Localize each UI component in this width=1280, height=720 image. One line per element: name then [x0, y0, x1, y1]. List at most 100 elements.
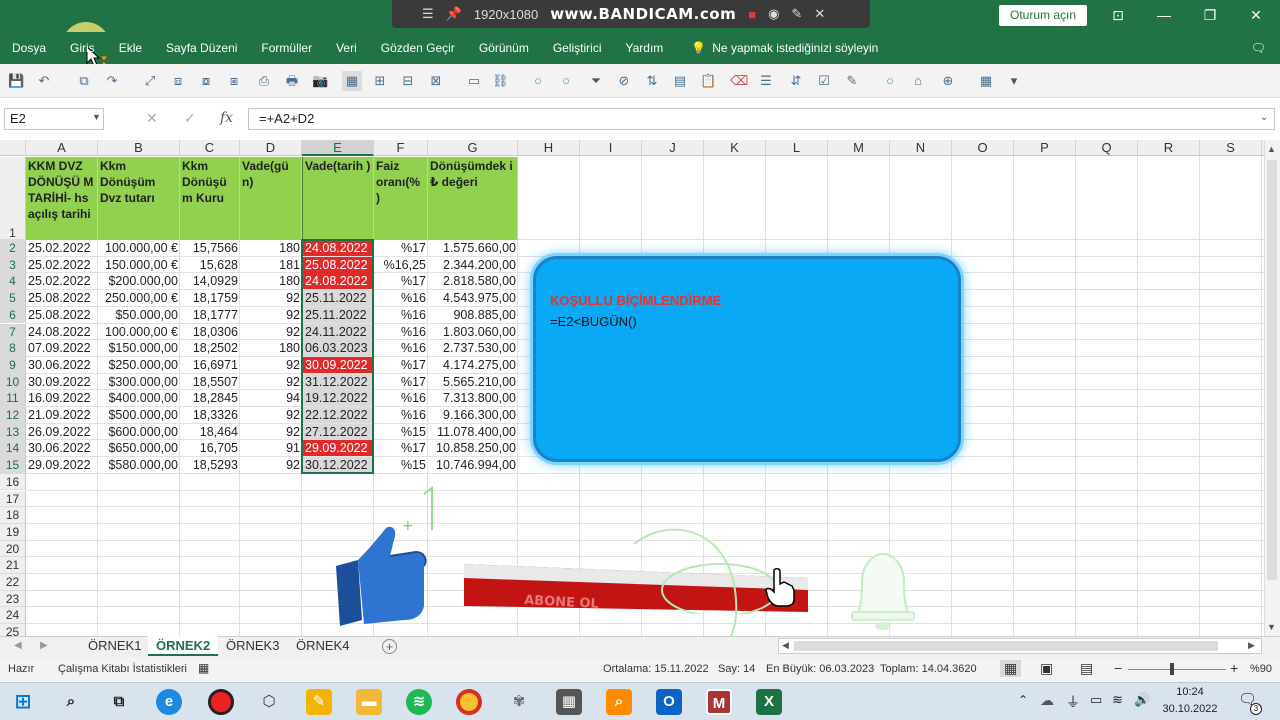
row-header-11[interactable]: 11 — [0, 390, 26, 407]
scroll-left-icon[interactable]: ◀ — [782, 640, 789, 651]
usb-icon[interactable]: ⏚ — [1066, 692, 1080, 712]
table-cell[interactable]: %15 — [374, 424, 428, 440]
table-cell[interactable]: %17 — [374, 374, 428, 390]
row-header-25[interactable]: 25 — [0, 624, 26, 636]
table-cell[interactable]: $600.000,00 — [98, 424, 180, 440]
table-cell[interactable]: 18,2502 — [180, 340, 240, 356]
table-cell[interactable]: 1.575.660,00 — [428, 240, 518, 256]
vade-tarih-cell[interactable]: 24.11.2022 — [302, 323, 374, 340]
table-cell[interactable]: %17 — [374, 440, 428, 456]
row-header-14[interactable]: 14 — [0, 440, 26, 458]
vade-tarih-cell[interactable]: 25.08.2022 — [302, 256, 374, 273]
table2-icon[interactable]: ▦ — [978, 73, 994, 89]
table-cell[interactable]: %15 — [374, 457, 428, 473]
sheet-tab-ornek4[interactable]: ÖRNEK4 — [288, 636, 357, 656]
table-cell[interactable]: %16 — [374, 390, 428, 406]
macro-icon[interactable]: ▦ — [198, 661, 209, 675]
table-cell[interactable]: 180 — [240, 273, 302, 289]
print-icon[interactable]: 🖶 — [284, 73, 300, 89]
close-recorder-icon[interactable]: ✕ — [814, 6, 825, 22]
table-cell[interactable]: 100.000,00 € — [98, 324, 180, 340]
row-header-18[interactable]: 18 — [0, 507, 26, 524]
table-cell[interactable]: %16 — [374, 407, 428, 423]
tab-formuller[interactable]: Formüller — [249, 32, 324, 64]
layout-icon[interactable]: ⊠ — [428, 73, 444, 89]
bandicam-icon[interactable] — [208, 689, 234, 715]
table-cell[interactable]: $250.000,00 — [98, 357, 180, 373]
freeze-icon[interactable]: ⊞ — [372, 73, 388, 89]
table-cell[interactable]: 92 — [240, 290, 302, 306]
table-cell[interactable]: 26.09.2022 — [26, 424, 98, 440]
row-header-2[interactable]: 2 — [0, 240, 26, 257]
chrome-icon[interactable] — [456, 689, 482, 715]
ribbon-display-icon[interactable]: ⊡ — [1106, 6, 1130, 24]
fit-icon[interactable]: ⤢ — [142, 73, 158, 89]
table-cell[interactable]: %16 — [374, 290, 428, 306]
spotify-icon[interactable]: ≋ — [406, 689, 432, 715]
insert-icon[interactable]: ⊕ — [940, 73, 956, 89]
table-cell[interactable]: 15,7566 — [180, 240, 240, 256]
row-header-20[interactable]: 20 — [0, 540, 26, 558]
row-header-23[interactable]: 23 — [0, 590, 26, 608]
tab-dosya[interactable]: Dosya — [0, 32, 58, 64]
row-header-12[interactable]: 12 — [0, 407, 26, 424]
table-cell[interactable]: 18,5293 — [180, 457, 240, 473]
zoom-slider[interactable] — [1128, 669, 1226, 670]
battery-icon[interactable]: ▭ — [1090, 692, 1102, 708]
clock-time[interactable]: 10:24 — [1158, 686, 1222, 698]
undo-icon[interactable]: ↶ — [36, 73, 52, 89]
table-header-cell[interactable]: KKM DVZ DÖNÜŞÜ M TARİHİ- hs açılış tarih… — [26, 157, 98, 240]
vade-tarih-cell[interactable]: 29.09.2022 — [302, 440, 374, 457]
table-cell[interactable]: %16,25 — [374, 257, 428, 273]
table-cell[interactable]: 25.02.2022 — [26, 257, 98, 273]
table-cell[interactable]: $200.000,00 — [98, 273, 180, 289]
column-header-g[interactable]: G — [428, 140, 518, 156]
vade-tarih-cell[interactable]: 27.12.2022 — [302, 423, 374, 440]
table-cell[interactable]: %17 — [374, 273, 428, 289]
table-cell[interactable]: 10.858.250,00 — [428, 440, 518, 456]
zoom-level[interactable]: %90 — [1250, 663, 1272, 675]
table-cell[interactable]: 14,0929 — [180, 273, 240, 289]
table-cell[interactable]: $50.000,00 — [98, 307, 180, 323]
table-cell[interactable]: 18,0306 — [180, 324, 240, 340]
window-icon[interactable]: ▭ — [466, 73, 482, 89]
table-cell[interactable]: 18,1777 — [180, 307, 240, 323]
table-cell[interactable]: 92 — [240, 424, 302, 440]
row-header-8[interactable]: 8 — [0, 340, 26, 357]
row-header-3[interactable]: 3 — [0, 256, 26, 274]
table-cell[interactable]: 30.06.2022 — [26, 440, 98, 456]
table-cell[interactable]: 180 — [240, 340, 302, 356]
row-header-6[interactable]: 6 — [0, 306, 26, 324]
minimize-icon[interactable]: — — [1152, 6, 1176, 24]
table-cell[interactable]: %16 — [374, 324, 428, 340]
zoom-slider-thumb[interactable] — [1170, 663, 1174, 675]
circle-icon[interactable]: ○ — [530, 73, 546, 89]
table-cell[interactable]: 250.000,00 € — [98, 290, 180, 306]
table-cell[interactable]: 25.08.2022 — [26, 307, 98, 323]
column-header-c[interactable]: C — [180, 140, 240, 156]
table-cell[interactable]: 1.803.060,00 — [428, 324, 518, 340]
table-cell[interactable]: 180 — [240, 240, 302, 256]
tray-chevron-icon[interactable]: ⌃ — [1018, 693, 1028, 707]
tab-sayfa-duzeni[interactable]: Sayfa Düzeni — [154, 32, 249, 64]
column-header-h[interactable]: H — [518, 140, 580, 156]
close-icon[interactable]: ✕ — [1244, 6, 1268, 24]
normal-view-icon[interactable]: ▦ — [1000, 660, 1022, 677]
menu-icon[interactable]: ☰ — [422, 6, 434, 22]
preview-icon[interactable]: ⎙ — [256, 73, 272, 89]
excel-taskbar-icon[interactable]: X — [756, 689, 782, 715]
table-cell[interactable]: 150.000,00 € — [98, 257, 180, 273]
column-header-r[interactable]: R — [1138, 140, 1200, 156]
clock-date[interactable]: 30.10.2022 — [1158, 703, 1222, 715]
tab-giris[interactable]: Giriş — [58, 32, 107, 64]
sheet-tab-ornek1[interactable]: ÖRNEK1 — [80, 636, 149, 656]
sort-az-icon[interactable]: ⇵ — [788, 73, 804, 89]
table-cell[interactable]: %16 — [374, 307, 428, 323]
table-cell[interactable]: 10.746.994,00 — [428, 457, 518, 473]
redo-icon[interactable]: ↷ — [104, 73, 120, 89]
formula-input[interactable]: =+A2+D2 — [248, 108, 1275, 130]
row-header-9[interactable]: 9 — [0, 356, 26, 374]
table-cell[interactable]: %17 — [374, 357, 428, 373]
row-header-7[interactable]: 7 — [0, 323, 26, 341]
save-icon[interactable]: 💾 — [8, 73, 24, 89]
